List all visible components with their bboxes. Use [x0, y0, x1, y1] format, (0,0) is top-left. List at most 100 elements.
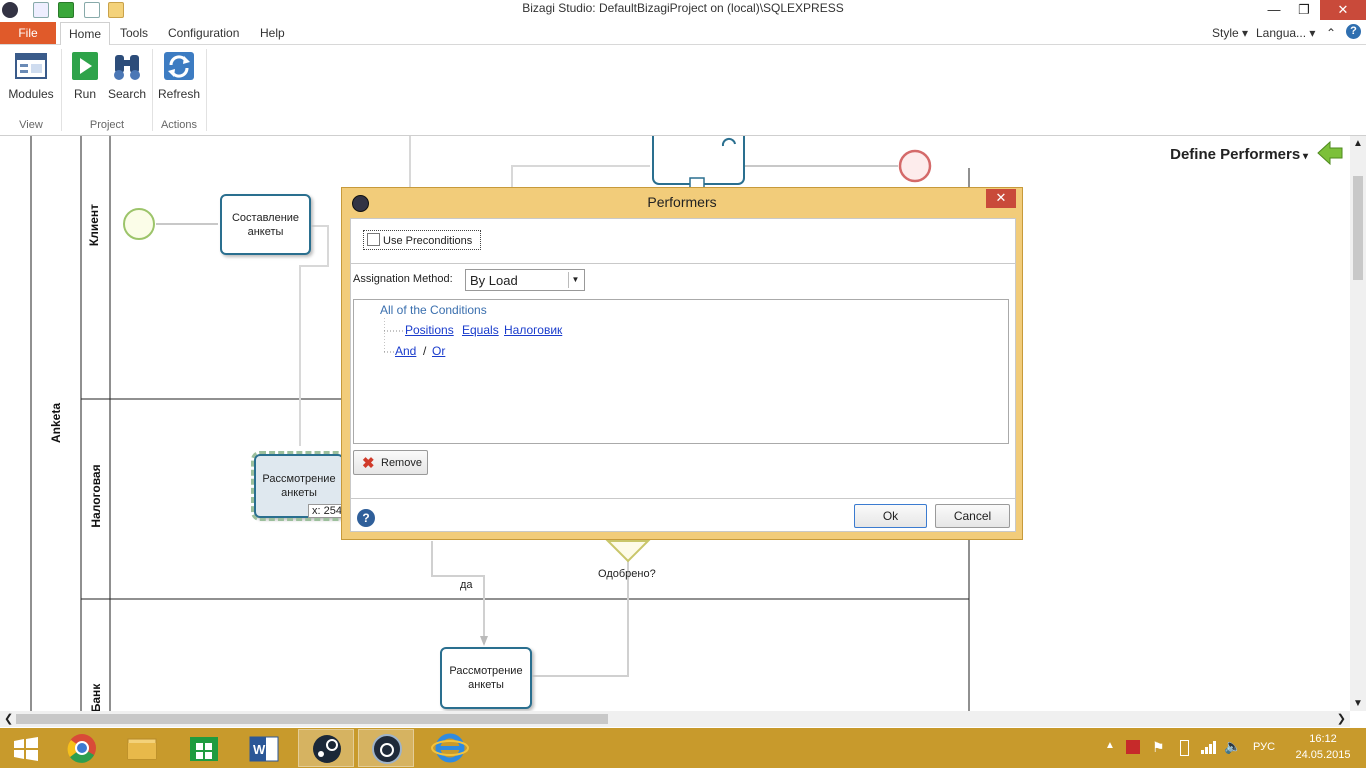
and-or-separator: /: [423, 344, 427, 358]
refresh-button[interactable]: Refresh: [158, 49, 200, 101]
search-label: Search: [108, 87, 147, 101]
clock-date[interactable]: 24.05.2015: [1294, 749, 1352, 761]
help-icon[interactable]: ?: [1346, 24, 1361, 39]
task-compose-form[interactable]: Составление анкеты: [220, 194, 311, 255]
tree-root-label[interactable]: All of the Conditions: [380, 303, 487, 317]
dialog-footer-divider: [351, 498, 1015, 499]
clock-time[interactable]: 16:12: [1300, 733, 1346, 745]
run-icon: [70, 51, 102, 81]
horizontal-scrollbar[interactable]: ❮ ❯: [0, 711, 1350, 727]
word-taskbar-icon[interactable]: W: [236, 729, 292, 767]
ribbon-tab-bar: File Home Tools Configuration Help Style…: [0, 20, 1366, 46]
svg-text:W: W: [253, 742, 266, 757]
condition-field-link[interactable]: Positions: [405, 323, 454, 337]
scroll-down-icon[interactable]: ▼: [1353, 698, 1363, 709]
network-tray-icon[interactable]: [1200, 739, 1216, 758]
refresh-icon: [163, 51, 195, 81]
cancel-button[interactable]: Cancel: [935, 504, 1010, 528]
lane-label-tax: Налоговая: [89, 464, 103, 528]
steam-taskbar-icon[interactable]: [298, 729, 354, 767]
remove-label: Remove: [381, 457, 422, 469]
scroll-up-icon[interactable]: ▲: [1353, 138, 1363, 149]
condition-operator-link[interactable]: Equals: [462, 323, 499, 337]
cancel-label: Cancel: [953, 509, 992, 523]
scroll-right-icon[interactable]: ❯: [1337, 712, 1346, 725]
windows-taskbar: W ▲ ⚑ 🔈 РУС 16:12 24.05.2015: [0, 728, 1366, 768]
tab-tools[interactable]: Tools: [112, 22, 156, 44]
modules-icon: [15, 51, 47, 81]
close-button[interactable]: ✕: [1320, 0, 1366, 20]
pool-label: Anketa: [49, 403, 63, 444]
battery-tray-icon[interactable]: [1180, 740, 1189, 756]
chrome-taskbar-icon[interactable]: [54, 729, 110, 767]
ok-label: Ok: [882, 509, 899, 523]
scroll-left-icon[interactable]: ❮: [4, 712, 13, 725]
ok-button[interactable]: Ok: [854, 504, 927, 528]
dialog-help-icon[interactable]: ?: [357, 509, 375, 527]
dialog-close-button[interactable]: ✕: [986, 189, 1016, 208]
task-label: Рассмотрение анкеты: [262, 473, 336, 499]
explorer-taskbar-icon[interactable]: [114, 729, 170, 767]
tab-home[interactable]: Home: [60, 22, 111, 46]
tab-file[interactable]: File: [0, 22, 56, 44]
windows-logo-icon: [14, 737, 38, 761]
run-button[interactable]: Run: [70, 49, 100, 101]
define-performers-label: Define Performers: [1170, 146, 1301, 163]
flow-label-yes: да: [460, 579, 473, 591]
back-arrow-icon[interactable]: [1316, 140, 1344, 169]
or-link[interactable]: Or: [432, 344, 445, 358]
language-label: Langua...: [1256, 26, 1307, 40]
search-button[interactable]: Search: [108, 49, 146, 101]
style-label: Style: [1212, 26, 1239, 40]
security-tray-icon[interactable]: [1126, 740, 1140, 754]
binoculars-icon: [111, 51, 143, 81]
flag-tray-icon[interactable]: ⚑: [1152, 739, 1165, 756]
group-label-actions: Actions: [160, 119, 198, 131]
lane-label-client: Клиент: [87, 203, 101, 247]
task-review-form-bank[interactable]: Рассмотрение анкеты: [440, 647, 532, 709]
vertical-scroll-thumb[interactable]: [1353, 176, 1363, 280]
define-performers-header[interactable]: Define Performers ▾: [1170, 146, 1308, 163]
lane-label-bank: Банк: [89, 683, 103, 711]
dialog-body: Use Preconditions Assignation Method: By…: [350, 218, 1016, 532]
dropdown-arrow-icon[interactable]: ▼: [568, 272, 582, 288]
vertical-scrollbar[interactable]: ▲ ▼: [1350, 136, 1366, 711]
run-label: Run: [73, 87, 96, 101]
modules-label: Modules: [8, 87, 54, 101]
ribbon: Modules Run Search Refresh View Project …: [0, 45, 1366, 136]
use-preconditions-option[interactable]: Use Preconditions: [363, 230, 482, 250]
performers-dialog: Performers ✕ Use Preconditions Assignati…: [341, 187, 1023, 540]
refresh-label: Refresh: [158, 87, 201, 101]
remove-button[interactable]: ✖ Remove: [353, 450, 428, 475]
horizontal-scroll-thumb[interactable]: [16, 714, 608, 724]
use-preconditions-label: Use Preconditions: [383, 235, 473, 247]
volume-tray-icon[interactable]: 🔈: [1224, 738, 1241, 755]
and-link[interactable]: And: [395, 344, 416, 358]
modules-button[interactable]: Modules: [8, 49, 54, 101]
assignation-method-select[interactable]: By Load ▼: [465, 269, 585, 291]
assignation-method-value: By Load: [470, 273, 518, 288]
collapse-ribbon-icon[interactable]: ⌃: [1318, 22, 1344, 44]
start-button[interactable]: [0, 729, 50, 767]
window-title: Bizagi Studio: DefaultBizagiProject on (…: [522, 1, 844, 15]
store-taskbar-icon[interactable]: [176, 729, 232, 767]
tab-help[interactable]: Help: [252, 22, 293, 44]
language-menu[interactable]: Langua... ▾: [1248, 22, 1323, 44]
task-label: Рассмотрение анкеты: [449, 665, 523, 691]
group-separator: [206, 49, 207, 131]
ie-taskbar-icon[interactable]: [422, 729, 478, 767]
tab-configuration[interactable]: Configuration: [160, 22, 247, 44]
show-hidden-icons[interactable]: ▲: [1105, 740, 1115, 751]
gateway-label: Одобрено?: [598, 568, 656, 580]
input-language[interactable]: РУС: [1253, 741, 1275, 753]
bizagi-taskbar-icon[interactable]: [358, 729, 414, 767]
remove-icon: ✖: [362, 455, 375, 472]
use-preconditions-checkbox[interactable]: [367, 233, 380, 246]
restore-button[interactable]: ❐: [1288, 0, 1320, 20]
condition-value-link[interactable]: Налоговик: [504, 323, 562, 337]
conditions-tree: All of the Conditions Positions Equals Н…: [353, 299, 1009, 444]
minimize-button[interactable]: —: [1258, 0, 1290, 20]
dialog-title: Performers: [647, 194, 717, 210]
assignation-method-label: Assignation Method:: [353, 273, 453, 285]
title-bar: Bizagi Studio: DefaultBizagiProject on (…: [0, 0, 1366, 20]
